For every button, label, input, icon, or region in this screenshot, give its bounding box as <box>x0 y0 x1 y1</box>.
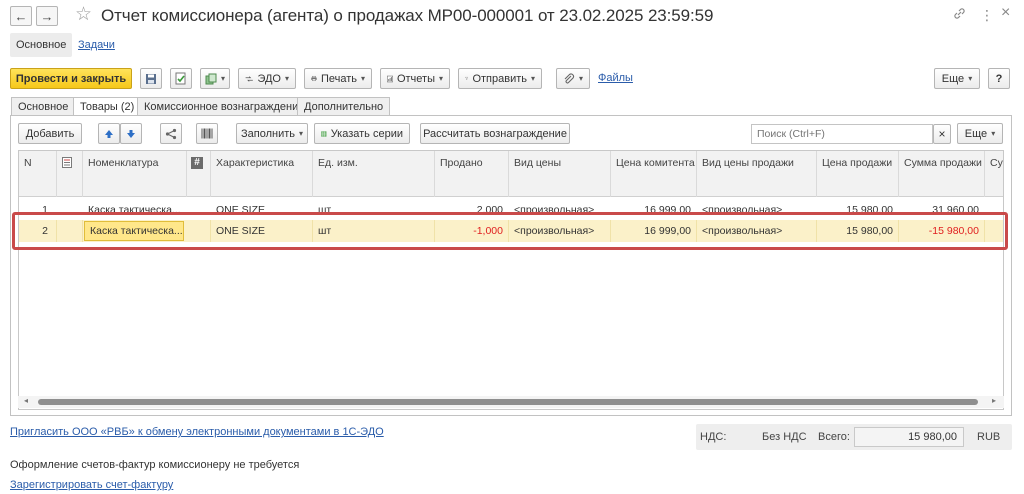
fill-button[interactable]: Заполнить ▾ <box>236 123 308 144</box>
horizontal-scrollbar[interactable]: ◂ ▸ <box>18 396 1004 408</box>
scroll-thumb[interactable] <box>38 399 978 405</box>
vat-value: Без НДС <box>762 431 807 443</box>
col-characteristic[interactable]: Характеристика <box>211 151 313 197</box>
col-sale-price-type[interactable]: Вид цены продажи <box>697 151 817 197</box>
move-up-button[interactable] <box>98 123 120 144</box>
total-label: Всего: <box>818 431 850 443</box>
reports-button[interactable]: Отчеты ▾ <box>380 68 450 89</box>
report-icon <box>387 75 393 82</box>
arrow-down-icon <box>127 129 135 138</box>
structure-button[interactable] <box>160 123 182 144</box>
chevron-down-icon: ▾ <box>968 74 973 83</box>
arrow-left-icon: ← <box>14 8 28 24</box>
post-and-close-button[interactable]: Провести и закрыть <box>10 68 132 89</box>
chevron-down-icon: ▾ <box>438 74 443 83</box>
goods-table[interactable]: N Номенклатура # Характеристика Ед. изм.… <box>18 150 1004 410</box>
link-icon[interactable] <box>953 7 966 23</box>
more-vertical-icon[interactable]: ⋮ <box>980 7 994 24</box>
close-icon[interactable]: × <box>1001 4 1010 22</box>
share-tree-icon <box>165 128 177 139</box>
currency: RUB <box>977 431 1001 443</box>
save-icon <box>146 73 156 84</box>
register-invoice-link[interactable]: Зарегистрировать счет-фактуру <box>10 479 173 491</box>
edo-button[interactable]: ЭДО ▾ <box>238 68 296 89</box>
col-unit[interactable]: Ед. изм. <box>313 151 435 197</box>
chevron-down-icon: ▾ <box>578 74 583 83</box>
create-based-on-button[interactable]: ▾ <box>200 68 230 89</box>
col-amount-cut[interactable]: Су <box>985 151 1003 197</box>
send-button[interactable]: Отправить ▾ <box>458 68 542 89</box>
table-more-button[interactable]: Еще ▾ <box>957 123 1003 144</box>
document-icon <box>62 157 72 168</box>
move-down-button[interactable] <box>120 123 142 144</box>
scroll-left-icon[interactable]: ◂ <box>24 396 28 405</box>
edo-icon <box>245 75 253 82</box>
arrow-right-icon: → <box>40 8 54 24</box>
col-sale-amount[interactable]: Сумма продажи <box>899 151 985 197</box>
row-highlight-frame <box>12 212 1008 250</box>
chevron-down-icon: ▾ <box>991 129 996 138</box>
col-sold[interactable]: Продано <box>435 151 509 197</box>
paperclip-icon <box>564 72 574 83</box>
barcode-icon <box>201 128 212 139</box>
close-icon: × <box>938 127 946 141</box>
attach-files-button[interactable]: ▾ <box>556 68 590 89</box>
tab-main[interactable]: Основное <box>11 97 76 116</box>
clear-search-button[interactable]: × <box>933 124 951 144</box>
col-number-sign[interactable]: # <box>187 151 211 197</box>
back-button[interactable]: ← <box>10 6 32 26</box>
specify-series-button[interactable]: Указать серии <box>314 123 410 144</box>
calculate-reward-button[interactable]: Рассчитать вознаграждение <box>420 123 570 144</box>
invoice-note: Оформление счетов-фактур комиссионеру не… <box>10 459 300 471</box>
scroll-right-icon[interactable]: ▸ <box>992 396 996 405</box>
col-sale-price[interactable]: Цена продажи <box>817 151 899 197</box>
forward-button[interactable]: → <box>36 6 58 26</box>
printer-icon <box>311 75 317 82</box>
save-button[interactable] <box>140 68 162 89</box>
chevron-down-icon: ▾ <box>530 74 535 83</box>
help-button[interactable]: ? <box>988 68 1010 89</box>
post-button[interactable] <box>170 68 192 89</box>
hash-icon: # <box>191 157 203 169</box>
table-header: N Номенклатура # Характеристика Ед. изм.… <box>19 151 1003 197</box>
arrow-up-icon <box>105 129 113 138</box>
col-item[interactable]: Номенклатура <box>83 151 187 197</box>
files-link[interactable]: Файлы <box>598 72 633 84</box>
chevron-down-icon: ▾ <box>220 74 225 83</box>
invite-edo-link[interactable]: Пригласить ООО «РВБ» к обмену электронны… <box>10 426 384 438</box>
barcode-button[interactable] <box>196 123 218 144</box>
total-field: 15 980,00 <box>854 427 964 447</box>
favorite-star-icon[interactable]: ☆ <box>75 3 92 27</box>
tab-goods[interactable]: Товары (2) <box>73 97 142 117</box>
section-tasks[interactable]: Задачи <box>78 33 115 57</box>
create-based-icon <box>205 73 217 84</box>
totals-panel: НДС: Без НДС Всего: 15 980,00 RUB <box>696 424 1012 450</box>
print-button[interactable]: Печать ▾ <box>304 68 372 89</box>
col-committent-price[interactable]: Цена комитента <box>611 151 697 197</box>
add-row-button[interactable]: Добавить <box>18 123 82 144</box>
search-input[interactable] <box>751 124 933 144</box>
section-main[interactable]: Основное <box>10 33 73 57</box>
tab-commission[interactable]: Комиссионное вознаграждение <box>137 97 312 116</box>
col-n[interactable]: N <box>19 151 57 197</box>
col-price-type[interactable]: Вид цены <box>509 151 611 197</box>
more-button[interactable]: Еще ▾ <box>934 68 980 89</box>
send-icon <box>465 77 469 80</box>
vat-label: НДС: <box>700 431 727 443</box>
series-grid-icon <box>321 130 327 137</box>
page-title: Отчет комиссионера (агента) о продажах М… <box>101 6 714 25</box>
chevron-down-icon: ▾ <box>284 74 289 83</box>
col-doc[interactable] <box>57 151 83 197</box>
tab-additional[interactable]: Дополнительно <box>297 97 391 116</box>
post-document-icon <box>175 72 186 85</box>
chevron-down-icon: ▾ <box>360 74 365 83</box>
chevron-down-icon: ▾ <box>299 129 304 138</box>
